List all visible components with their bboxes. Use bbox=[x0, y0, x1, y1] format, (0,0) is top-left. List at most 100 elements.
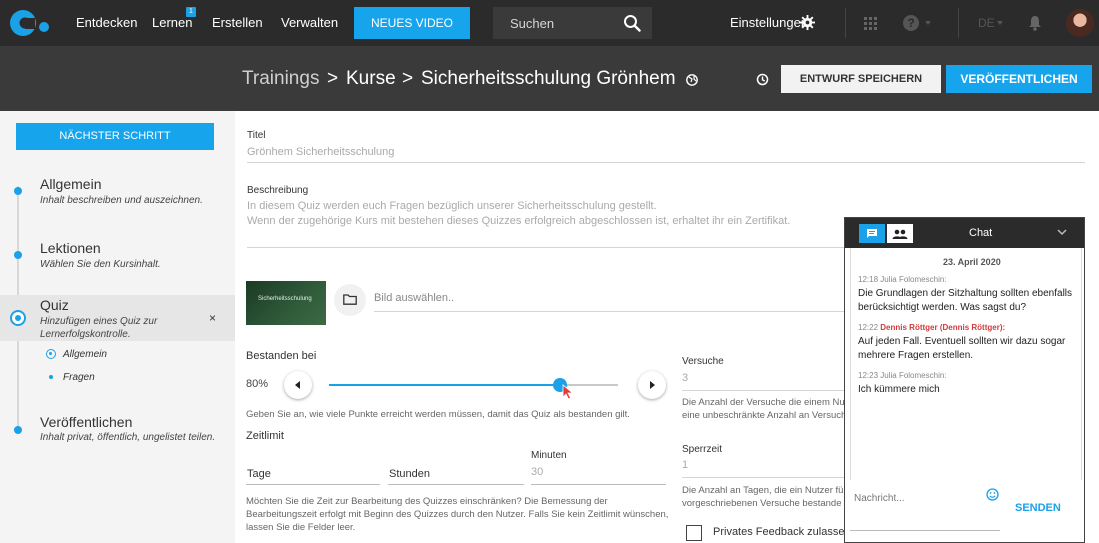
hours-input[interactable]: Stunden bbox=[389, 468, 430, 480]
message-time: 12:22 bbox=[858, 323, 879, 332]
message-meta: 12:23 Julia Folomeschin: bbox=[858, 371, 947, 380]
title-underline bbox=[247, 162, 1085, 163]
time-help-line-2: Bearbeitungszeit erfolgt mit Beginn des … bbox=[246, 509, 669, 520]
breadcrumb-separator: > bbox=[327, 68, 339, 89]
chat-date: 23. April 2020 bbox=[943, 257, 1001, 267]
passed-slider-fill bbox=[329, 384, 561, 386]
lock-time-input[interactable]: 1 bbox=[682, 458, 688, 473]
message-author: Julia Folomeschin: bbox=[880, 275, 947, 284]
logo-icon[interactable] bbox=[8, 7, 52, 39]
time-help-line-1: Möchten Sie die Zeit zur Bearbeitung des… bbox=[246, 496, 608, 507]
message-text: Ich kümmere mich bbox=[858, 384, 940, 395]
next-step-button[interactable]: NÄCHSTER SCHRITT bbox=[16, 123, 214, 150]
private-feedback-label[interactable]: Privates Feedback zulasse bbox=[713, 526, 844, 538]
attempts-underline bbox=[682, 390, 845, 391]
chat-title: Chat bbox=[969, 227, 993, 239]
message-author: Dennis Röttger (Dennis Röttger): bbox=[880, 323, 1006, 332]
step-publish-description: Inhalt privat, öffentlich, ungelistet te… bbox=[40, 432, 216, 443]
minutes-underline bbox=[531, 484, 666, 485]
chat-messages-tab[interactable] bbox=[859, 224, 885, 243]
folder-icon bbox=[343, 294, 357, 305]
search-icon[interactable] bbox=[623, 14, 641, 32]
send-button[interactable]: SENDEN bbox=[1015, 502, 1061, 514]
slider-increase-button[interactable] bbox=[638, 371, 666, 399]
slider-decrease-button[interactable] bbox=[284, 371, 312, 399]
substep-general[interactable]: Allgemein bbox=[63, 349, 107, 360]
avatar[interactable] bbox=[1066, 9, 1094, 37]
history-icon[interactable] bbox=[756, 73, 769, 86]
message-text: berücksichtigt werden. Was sagst du? bbox=[858, 302, 1027, 313]
title-label: Titel bbox=[247, 130, 266, 141]
message-meta: 12:22 Dennis Röttger (Dennis Röttger): bbox=[858, 323, 1005, 332]
chat-messages: 23. April 2020 12:18 Julia Folomeschin: … bbox=[850, 248, 1082, 480]
thumbnail-caption: Sicherheitsschulung bbox=[258, 296, 312, 302]
substep-questions[interactable]: Fragen bbox=[63, 372, 95, 383]
passed-label: Bestanden bei bbox=[246, 350, 317, 362]
passed-slider[interactable] bbox=[329, 378, 618, 392]
chat-contacts-tab[interactable] bbox=[887, 224, 913, 243]
help-icon[interactable]: ? bbox=[903, 15, 919, 31]
image-picker-underline bbox=[374, 311, 845, 312]
message-author: Julia Folomeschin: bbox=[880, 371, 947, 380]
nav-create[interactable]: Erstellen bbox=[212, 15, 263, 30]
description-line-2[interactable]: Wenn der zugehörige Kurs mit bestehen di… bbox=[247, 214, 790, 229]
passed-value: 80% bbox=[246, 378, 269, 390]
attempts-input[interactable]: 3 bbox=[682, 371, 688, 386]
description-label: Beschreibung bbox=[247, 185, 309, 196]
nav-discover[interactable]: Entdecken bbox=[76, 15, 137, 30]
lock-time-label: Sperrzeit bbox=[682, 444, 723, 455]
step-dot-icon bbox=[14, 251, 22, 259]
arrow-left-icon bbox=[295, 381, 300, 389]
globe-icon[interactable] bbox=[686, 74, 698, 86]
message-icon bbox=[867, 229, 877, 238]
settings-link[interactable]: Einstellungen bbox=[730, 15, 808, 30]
lock-help-line-1: Die Anzahl an Tagen, die ein Nutzer für bbox=[682, 485, 847, 496]
time-help-line-3: lassen Sie die Felder leer. bbox=[246, 522, 356, 533]
step-quiz-title[interactable]: Quiz bbox=[40, 297, 69, 313]
close-icon[interactable]: × bbox=[209, 311, 216, 325]
minutes-label: Minuten bbox=[531, 450, 567, 461]
message-text: Auf jeden Fall. Eventuell sollten wir da… bbox=[858, 336, 1066, 347]
nav-manage[interactable]: Verwalten bbox=[281, 15, 338, 30]
step-lessons-title[interactable]: Lektionen bbox=[40, 240, 101, 256]
quiz-thumbnail-image: Sicherheitsschulung bbox=[246, 281, 326, 325]
step-general-description: Inhalt beschreiben und auszeichnen. bbox=[40, 195, 203, 206]
folder-button[interactable] bbox=[334, 284, 366, 316]
search-input[interactable]: Suchen bbox=[493, 7, 652, 39]
title-input[interactable]: Grönhem Sicherheitsschulung bbox=[247, 145, 394, 160]
gear-icon[interactable] bbox=[800, 15, 815, 30]
message-text: mehrere Fragen erstellen. bbox=[858, 350, 974, 361]
emoji-icon[interactable] bbox=[986, 488, 999, 501]
mouse-cursor-icon bbox=[562, 384, 574, 400]
chat-panel: Chat 23. April 2020 12:18 Julia Folomesc… bbox=[844, 217, 1085, 543]
description-line-1[interactable]: In diesem Quiz werden euch Fragen bezügl… bbox=[247, 199, 657, 214]
image-picker-input[interactable]: Bild auswählen.. bbox=[374, 292, 454, 304]
top-navigation-bar: Entdecken Lernen 1 Erstellen Verwalten N… bbox=[0, 0, 1099, 46]
bell-icon[interactable] bbox=[1028, 15, 1042, 31]
publish-button[interactable]: VERÖFFENTLICHEN bbox=[946, 65, 1092, 93]
message-time: 12:18 bbox=[858, 275, 879, 284]
chat-message-input[interactable]: Nachricht... bbox=[854, 493, 905, 504]
language-selector[interactable]: DE bbox=[978, 16, 995, 30]
chat-input-underline bbox=[850, 530, 1000, 531]
apps-grid-icon[interactable] bbox=[864, 17, 877, 30]
breadcrumb-trainings[interactable]: Trainings bbox=[242, 68, 319, 90]
step-publish-title[interactable]: Veröffentlichen bbox=[40, 414, 132, 430]
message-text: Die Grundlagen der Sitzhaltung sollten e… bbox=[858, 288, 1073, 299]
step-general-title[interactable]: Allgemein bbox=[40, 176, 101, 192]
chevron-down-icon[interactable] bbox=[1057, 227, 1067, 237]
chat-header: Chat bbox=[845, 218, 1084, 248]
days-input[interactable]: Tage bbox=[247, 468, 271, 480]
time-limit-label: Zeitlimit bbox=[246, 430, 284, 442]
save-draft-button[interactable]: ENTWURF SPEICHERN bbox=[781, 65, 941, 93]
nav-learn[interactable]: Lernen bbox=[152, 15, 192, 30]
topbar-divider bbox=[958, 8, 959, 38]
minutes-input[interactable]: 30 bbox=[531, 465, 543, 480]
passed-help-text: Geben Sie an, wie viele Punkte erreicht … bbox=[246, 409, 630, 420]
lock-help-line-2: vorgeschriebenen Versuche bestande bbox=[682, 498, 842, 509]
breadcrumb-courses[interactable]: Kurse bbox=[346, 68, 396, 90]
attempts-label: Versuche bbox=[682, 356, 724, 367]
new-video-button[interactable]: NEUES VIDEO bbox=[354, 7, 470, 39]
substep-dot-icon bbox=[49, 375, 53, 379]
private-feedback-checkbox[interactable] bbox=[686, 525, 702, 541]
